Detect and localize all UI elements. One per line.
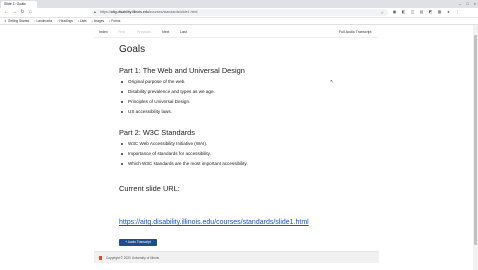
part2-heading: Part 2: W3C Standards — [119, 128, 195, 137]
browser-tab[interactable]: Slide 1: Goals — [1, 1, 37, 8]
list-item: W3C Web Accessibility Initiative (WAI). — [119, 139, 248, 149]
mouse-cursor-icon: ↖ — [330, 79, 335, 85]
slide-content: Index First Previous Next Last Full Audi… — [94, 25, 379, 270]
lock-icon: 🔒︎ — [94, 10, 96, 14]
page-title: Goals — [119, 44, 146, 55]
audio-transcript-button[interactable]: + Audio Transcript — [119, 239, 157, 246]
minimize-icon[interactable]: – — [459, 0, 461, 8]
folder-icon: ▪ — [77, 19, 79, 23]
extension-icon[interactable]: ◧ — [401, 9, 406, 15]
address-bar[interactable]: 🔒︎ https://aitg.disability.illinois.edu/… — [92, 9, 388, 16]
home-icon[interactable]: ⌂ — [27, 9, 34, 16]
extension-icon[interactable]: ◫ — [410, 9, 415, 15]
browser-window: Slide 1: Goals – □ × ← → ↻ ⌂ 🔒︎ https://… — [0, 0, 478, 270]
extension-icon[interactable]: ▣ — [392, 9, 397, 15]
copyright-text: Copyright © 2020 University of Illinois — [106, 256, 160, 260]
close-icon[interactable]: × — [474, 0, 476, 8]
extension-icon[interactable]: ▦ — [437, 9, 442, 15]
list-item: US accessibility laws. — [119, 107, 215, 117]
illinois-logo-icon — [99, 256, 102, 260]
extension-icon[interactable]: ◩ — [428, 9, 433, 15]
part1-list: Original purpose of the web. Disability … — [119, 77, 215, 117]
index-link[interactable]: Index — [99, 28, 108, 36]
slide-navigation: Index First Previous Next Last Full Audi… — [94, 28, 379, 36]
first-link: First — [118, 30, 125, 34]
full-transcript-link[interactable]: Full Audio Transcript — [339, 28, 372, 36]
list-item: Principles of Universal Design. — [119, 97, 215, 107]
list-item: Original purpose of the web. — [119, 77, 215, 87]
browser-toolbar: ← → ↻ ⌂ 🔒︎ https://aitg.disability.illin… — [0, 8, 478, 18]
last-link[interactable]: Last — [180, 28, 187, 36]
part2-list: W3C Web Accessibility Initiative (WAI). … — [119, 139, 248, 169]
list-item: Importance of standards for accessibilit… — [119, 149, 248, 159]
maximize-icon[interactable]: □ — [466, 0, 468, 8]
forward-icon[interactable]: → — [11, 9, 18, 16]
menu-icon[interactable]: ⋮ — [455, 9, 460, 15]
vertical-scrollbar[interactable] — [473, 25, 478, 270]
extension-icon[interactable]: ▤ — [419, 9, 424, 15]
scrollbar-thumb[interactable] — [474, 35, 477, 245]
folder-icon: ▪ — [91, 19, 93, 23]
page-footer: Copyright © 2020 University of Illinois — [94, 251, 379, 263]
reload-icon[interactable]: ↻ — [19, 9, 26, 16]
tab-strip: Slide 1: Goals – □ × — [0, 0, 478, 8]
next-link[interactable]: Next — [162, 28, 169, 36]
back-icon[interactable]: ← — [3, 9, 10, 16]
list-item: Disability prevalence and types as we ag… — [119, 87, 215, 97]
star-icon: ★ — [4, 19, 7, 23]
page-viewport: Index First Previous Next Last Full Audi… — [0, 24, 478, 270]
extension-icons: ▣ ◧ ◫ ▤ ◩ ▦ ● ⋮ — [392, 9, 460, 15]
window-controls: – □ × — [459, 0, 476, 8]
profile-icon[interactable]: ● — [446, 9, 451, 15]
nav-divider — [94, 37, 379, 38]
bookmark-star-icon[interactable]: ☆ — [380, 9, 384, 16]
list-item: Which W3C standards are the most importa… — [119, 159, 248, 169]
current-url-heading: Current slide URL: — [119, 184, 180, 193]
previous-link: Previous — [137, 30, 151, 34]
current-slide-url-link[interactable]: https://aitg.disability.illinois.edu/cou… — [119, 219, 309, 226]
part1-heading: Part 1: The Web and Universal Design — [119, 66, 245, 75]
